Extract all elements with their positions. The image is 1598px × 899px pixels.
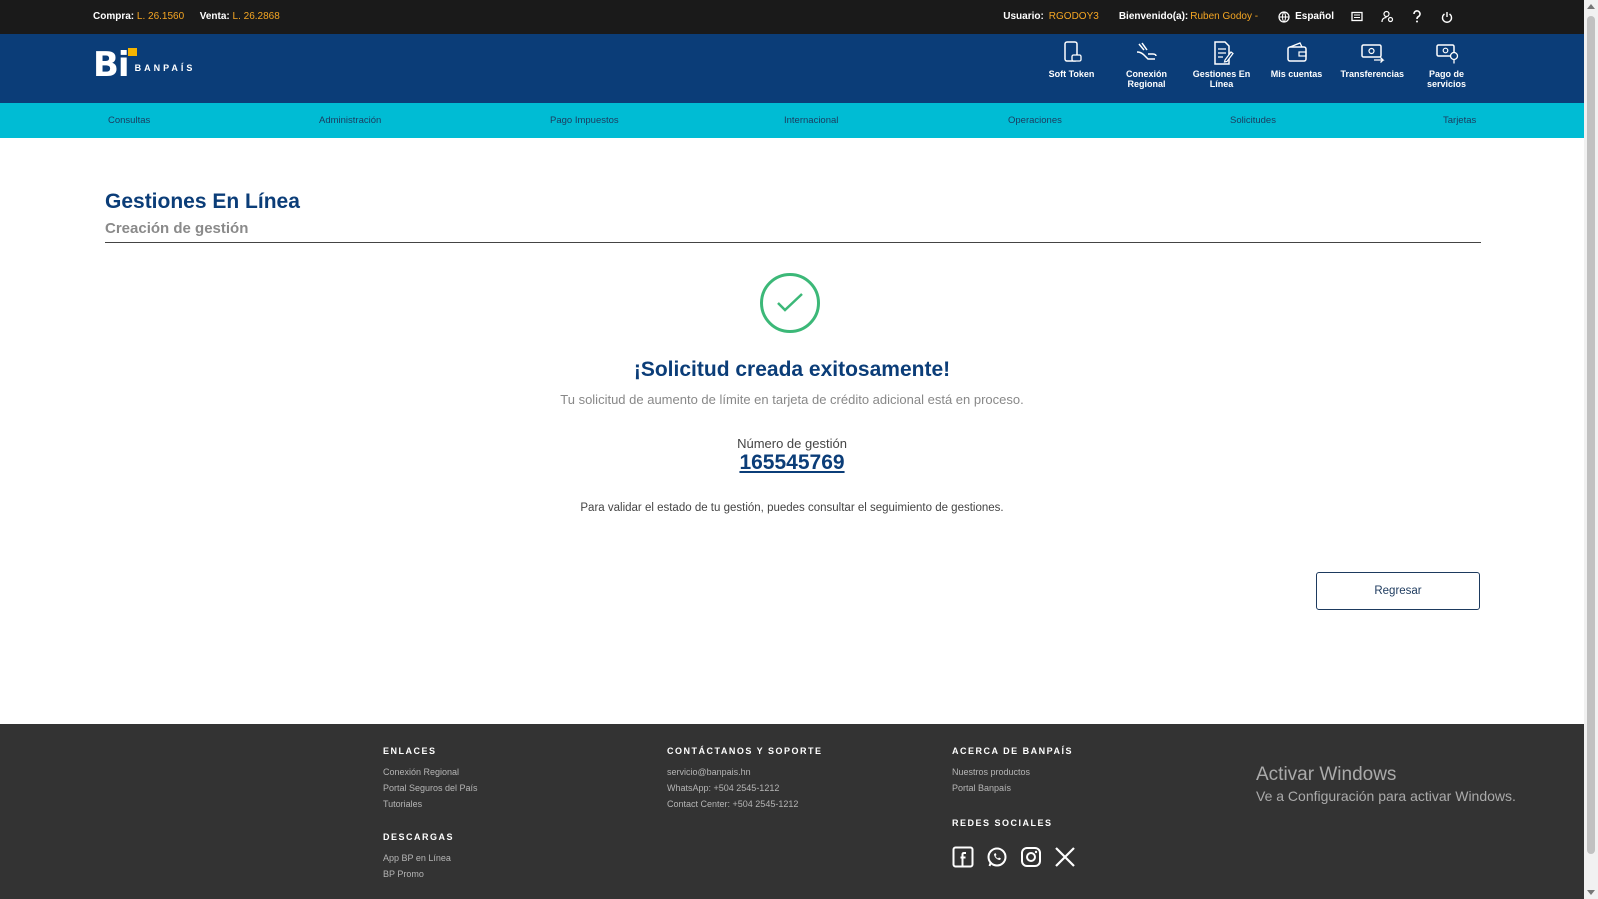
page-subtitle: Creación de gestión <box>105 220 249 237</box>
logo-brand-text: BANPAÍS <box>134 63 196 73</box>
footer-contact-title: CONTÁCTANOS Y SOPORTE <box>667 746 823 756</box>
footer-link-app-bp[interactable]: App BP en Línea <box>383 850 478 866</box>
main-nav: Consultas Administración Pago Impuestos … <box>0 103 1584 138</box>
quick-link-label: Conexión Regional <box>1125 69 1167 89</box>
instagram-icon[interactable] <box>1020 846 1042 868</box>
request-number-label: Número de gestión <box>737 436 847 451</box>
nav-item-solicitudes[interactable]: Solicitudes <box>1230 115 1276 126</box>
nav-item-tarjetas[interactable]: Tarjetas <box>1443 115 1476 126</box>
facebook-icon[interactable] <box>952 846 974 868</box>
top-bar: Compra: L. 26.1560 Venta: L. 26.2868 Usu… <box>0 0 1584 34</box>
language-selector[interactable]: Español <box>1278 10 1334 23</box>
user-settings-icon <box>1380 10 1393 23</box>
wallet-icon <box>1286 42 1307 62</box>
whatsapp-icon[interactable] <box>986 846 1008 868</box>
scroll-up-icon[interactable] <box>1587 4 1595 9</box>
buy-rate-label: Compra: <box>93 11 135 22</box>
x-icon[interactable] <box>1054 846 1076 868</box>
logo-mark: Bi <box>93 45 130 85</box>
page-title: Gestiones En Línea <box>105 190 300 213</box>
quick-link-conexion-regional[interactable]: Conexión Regional <box>1109 40 1184 89</box>
nav-item-operaciones[interactable]: Operaciones <box>1008 115 1062 126</box>
user-info: Usuario: RGODOY3 Bienvenido(a): Ruben Go… <box>1003 10 1462 23</box>
footer-about-column: ACERCA DE BANPAÍS Nuestros productos Por… <box>952 746 1076 868</box>
success-check-icon <box>760 273 820 333</box>
transfer-icon <box>1360 44 1385 63</box>
service-payment-icon <box>1435 44 1458 64</box>
logout-button[interactable] <box>1432 11 1462 23</box>
exchange-rates: Compra: L. 26.1560 Venta: L. 26.2868 <box>93 11 280 22</box>
windows-activation-watermark: Activar Windows Ve a Configuración para … <box>1256 764 1516 804</box>
sell-rate-value: L. 26.2868 <box>232 11 280 22</box>
footer-social-title: REDES SOCIALES <box>952 818 1053 828</box>
scrollbar-thumb[interactable] <box>1587 16 1595 854</box>
windows-activation-title: Activar Windows <box>1256 764 1397 785</box>
footer-contact-center[interactable]: Contact Center: +504 2545-1212 <box>667 796 823 812</box>
footer-contact-column: CONTÁCTANOS Y SOPORTE servicio@banpais.h… <box>667 746 823 812</box>
main-header: Bi BANPAÍS Soft Token Conexión Regional … <box>0 34 1584 103</box>
quick-link-label: Soft Token <box>1048 69 1095 79</box>
power-icon <box>1441 11 1453 23</box>
footer-link-nuestros-productos[interactable]: Nuestros productos <box>952 764 1076 780</box>
banpais-logo[interactable]: Bi BANPAÍS <box>93 48 195 82</box>
footer-link-portal-banpais[interactable]: Portal Banpaís <box>952 780 1076 796</box>
nav-item-pago-impuestos[interactable]: Pago Impuestos <box>550 115 619 126</box>
footer-links-title: ENLACES <box>383 746 437 756</box>
footer-link-conexion-regional[interactable]: Conexión Regional <box>383 764 478 780</box>
success-title: ¡Solicitud creada exitosamente! <box>633 358 951 381</box>
quick-links: Soft Token Conexión Regional Gestiones E… <box>1034 40 1484 89</box>
footer-links-column: ENLACES Conexión Regional Portal Seguros… <box>383 746 478 882</box>
quick-link-pago-servicios[interactable]: Pago de servicios <box>1409 40 1484 89</box>
quick-link-label: Pago de servicios <box>1426 69 1467 89</box>
hand-icon <box>1136 42 1157 60</box>
nav-item-internacional[interactable]: Internacional <box>784 115 838 126</box>
footer-link-tutoriales[interactable]: Tutoriales <box>383 796 478 812</box>
footer-contact-email[interactable]: servicio@banpais.hn <box>667 764 823 780</box>
tracking-note: Para validar el estado de tu gestión, pu… <box>580 502 1004 514</box>
globe-icon <box>1278 10 1290 23</box>
footer-link-bp-promo[interactable]: BP Promo <box>383 866 478 882</box>
request-number-link[interactable]: 165545769 <box>739 451 844 474</box>
user-label: Usuario: <box>1003 11 1044 22</box>
success-description: Tu solicitud de aumento de límite en tar… <box>560 392 1024 407</box>
social-links <box>952 846 1076 868</box>
quick-link-mis-cuentas[interactable]: Mis cuentas <box>1259 40 1334 89</box>
welcome-label: Bienvenido(a): <box>1118 11 1189 22</box>
message-icon <box>1351 11 1363 21</box>
request-number: 165545769 <box>0 451 1584 475</box>
quick-link-gestiones-en-linea[interactable]: Gestiones En Línea <box>1184 40 1259 89</box>
help-button[interactable] <box>1402 10 1432 23</box>
page-scrollbar[interactable] <box>1584 0 1598 899</box>
quick-link-soft-token[interactable]: Soft Token <box>1034 40 1109 89</box>
welcome-user-menu[interactable]: Ruben Godoy - <box>1190 11 1258 22</box>
buy-rate-value: L. 26.1560 <box>136 11 185 22</box>
logo-accent-square <box>128 48 137 56</box>
footer-contact-whatsapp[interactable]: WhatsApp: +504 2545-1212 <box>667 780 823 796</box>
footer-about-title: ACERCA DE BANPAÍS <box>952 746 1074 756</box>
sell-rate-label: Venta: <box>199 11 230 22</box>
nav-item-administracion[interactable]: Administración <box>319 115 381 126</box>
footer-downloads-title: DESCARGAS <box>383 832 455 842</box>
messages-button[interactable] <box>1342 11 1372 23</box>
question-icon <box>1413 10 1421 23</box>
phone-icon <box>1063 41 1082 62</box>
language-label: Español <box>1295 11 1334 22</box>
nav-item-consultas[interactable]: Consultas <box>108 115 150 126</box>
windows-activation-text: Ve a Configuración para activar Windows. <box>1256 788 1516 804</box>
profile-settings-button[interactable] <box>1372 10 1402 23</box>
footer-link-portal-seguros[interactable]: Portal Seguros del País <box>383 780 478 796</box>
quick-link-transferencias[interactable]: Transferencias <box>1334 40 1409 89</box>
title-divider <box>105 242 1481 243</box>
footer: ENLACES Conexión Regional Portal Seguros… <box>0 724 1584 899</box>
quick-link-label: Gestiones En Línea <box>1192 69 1251 89</box>
document-icon <box>1213 41 1234 65</box>
user-value: RGODOY3 <box>1048 11 1099 22</box>
back-button[interactable]: Regresar <box>1316 572 1480 610</box>
quick-link-label: Transferencias <box>1340 69 1405 79</box>
quick-link-label: Mis cuentas <box>1270 69 1323 79</box>
scroll-down-icon[interactable] <box>1587 890 1595 895</box>
